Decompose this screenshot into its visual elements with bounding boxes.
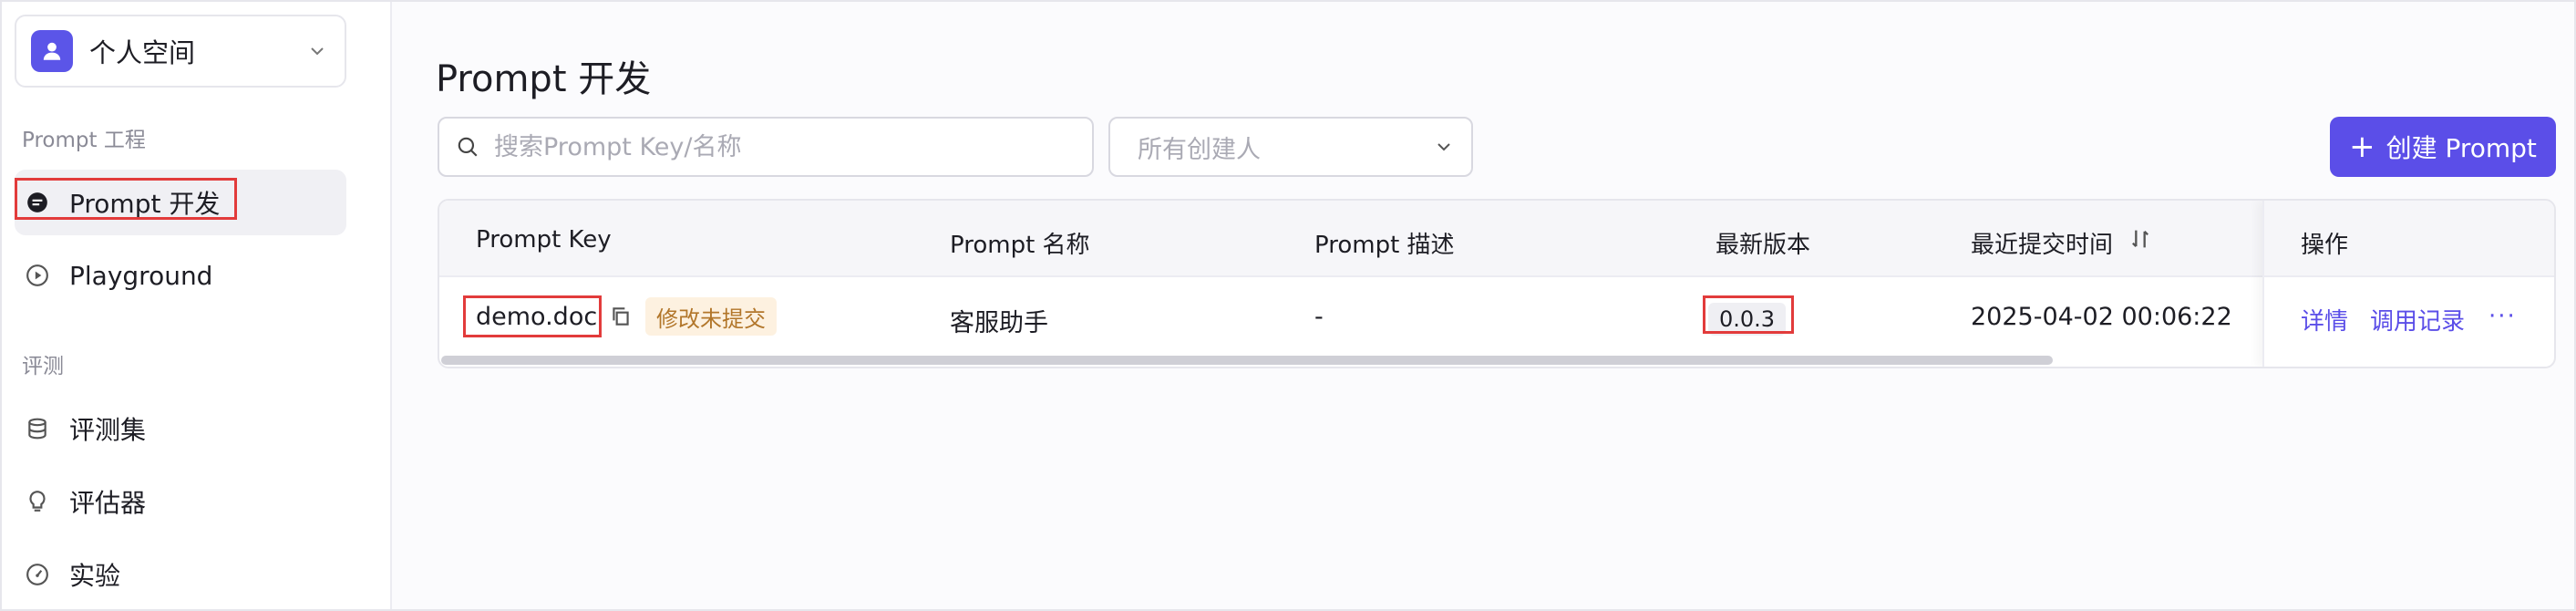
search-box[interactable]	[438, 117, 1094, 177]
table-header: Prompt Key Prompt 名称 Prompt 描述 最新版本 最近提交…	[439, 201, 2554, 277]
highlight-box	[15, 178, 237, 220]
section-title-eval: 评测	[22, 355, 64, 378]
column-header-description: Prompt 描述	[1314, 232, 1455, 259]
search-input[interactable]	[494, 132, 1092, 161]
create-prompt-button[interactable]: + 创建 Prompt	[2330, 117, 2556, 177]
user-icon	[31, 30, 73, 72]
main-content: Prompt 开发 所有创建人 + 创建 Prompt Prompt Key P…	[394, 2, 2576, 609]
sidebar-item-label: Playground	[69, 260, 213, 291]
column-header-actions: 操作	[2301, 232, 2349, 259]
column-header-key: Prompt Key	[476, 226, 612, 254]
sort-icon[interactable]	[2128, 226, 2153, 252]
sidebar-item-evaluator[interactable]: 评估器	[15, 469, 346, 534]
column-header-submitted-at[interactable]: 最近提交时间	[1971, 226, 2113, 260]
creator-filter-select[interactable]: 所有创建人	[1108, 117, 1473, 177]
highlight-box	[1703, 295, 1794, 334]
status-badge: 修改未提交	[645, 297, 777, 336]
prompt-name: 客服助手	[950, 309, 1048, 337]
gauge-icon	[24, 561, 51, 588]
sidebar-item-playground[interactable]: Playground	[15, 243, 346, 308]
chevron-down-icon	[1437, 143, 1450, 151]
search-icon	[458, 137, 478, 157]
sidebar-item-eval-set[interactable]: 评测集	[15, 396, 346, 461]
workspace-switcher[interactable]: 个人空间	[15, 15, 346, 88]
column-header-name: Prompt 名称	[950, 232, 1090, 259]
workspace-name: 个人空间	[89, 37, 196, 68]
app-window: 个人空间 Prompt 工程 Prompt 开发 Playground 评测 评…	[0, 0, 2576, 611]
more-options-icon[interactable]: ···	[2488, 303, 2517, 330]
sidebar-item-label: 评估器	[69, 488, 147, 518]
creator-filter-placeholder: 所有创建人	[1138, 135, 1261, 164]
sidebar-item-label: 评测集	[69, 415, 147, 445]
detail-link[interactable]: 详情	[2301, 303, 2348, 337]
lightbulb-icon	[24, 488, 51, 515]
call-records-link[interactable]: 调用记录	[2370, 303, 2465, 337]
chevron-down-icon	[311, 47, 324, 56]
column-header-version: 最新版本	[1716, 232, 1811, 259]
submitted-at: 2025-04-02 00:06:22	[1971, 303, 2232, 331]
highlight-box	[463, 295, 602, 337]
plus-icon: +	[2349, 129, 2375, 165]
section-title-prompt: Prompt 工程	[22, 129, 146, 152]
page-title: Prompt 开发	[436, 58, 652, 100]
prompt-description: -	[1314, 303, 1324, 331]
create-prompt-label: 创建 Prompt	[2385, 133, 2537, 163]
actions-column: 操作 详情 调用记录 ···	[2262, 201, 2554, 367]
play-circle-icon	[24, 262, 51, 289]
sidebar-item-label: 实验	[69, 561, 121, 591]
copy-icon[interactable]	[609, 305, 633, 328]
sidebar-item-experiment[interactable]: 实验	[15, 542, 346, 607]
horizontal-scrollbar[interactable]	[441, 356, 2053, 365]
sidebar: 个人空间 Prompt 工程 Prompt 开发 Playground 评测 评…	[2, 2, 392, 609]
database-icon	[24, 415, 51, 442]
prompt-table: Prompt Key Prompt 名称 Prompt 描述 最新版本 最近提交…	[438, 199, 2556, 368]
